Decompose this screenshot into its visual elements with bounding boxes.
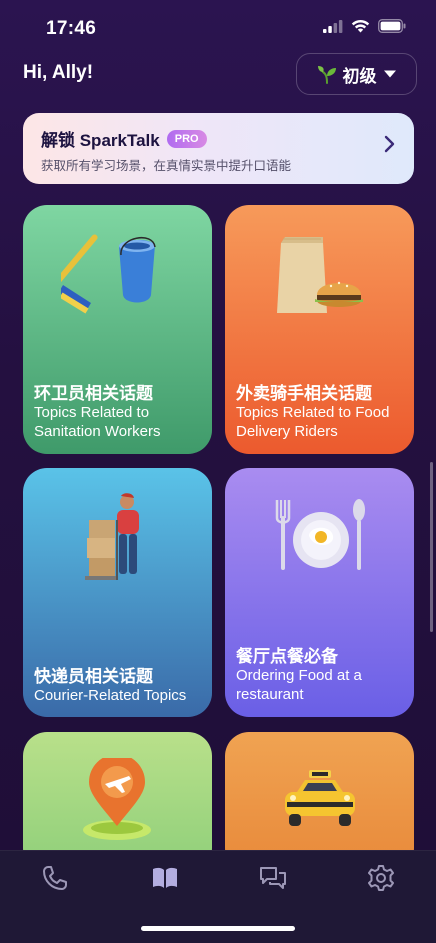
topic-title-zh: 外卖骑手相关话题 [236, 384, 372, 403]
wifi-icon [351, 19, 370, 33]
gear-icon[interactable] [366, 863, 396, 893]
home-indicator [141, 926, 295, 931]
pro-badge: PRO [166, 129, 207, 148]
status-time: 17:46 [46, 18, 97, 39]
courier-boxes-icon [85, 493, 139, 580]
chat-icon[interactable] [258, 863, 288, 893]
topic-title-en: Ordering Food at a restaurant [236, 667, 362, 703]
pro-banner-title-text: 解锁 SparkTalk [41, 131, 160, 150]
plate-cutlery-icon [275, 499, 365, 570]
status-bar: 17:46 [0, 0, 436, 54]
taxi-icon [285, 770, 355, 826]
chevron-right-icon [384, 135, 395, 153]
topic-card-restaurant[interactable]: 餐厅点餐必备 Ordering Food at a restaurant [225, 468, 414, 717]
topic-title-en: Topics Related to Sanitation Workers [34, 404, 161, 440]
topic-title-zh: 快递员相关话题 [34, 667, 153, 686]
airport-pin-icon [83, 758, 151, 840]
food-bag-burger-icon [277, 237, 363, 313]
topic-title-en: Topics Related to Food Delivery Riders [236, 404, 390, 440]
topic-title-zh: 环卫员相关话题 [34, 384, 153, 403]
topic-card-sanitation[interactable]: 环卫员相关话题 Topics Related to Sanitation Wor… [23, 205, 212, 454]
level-label: 初级 [342, 66, 377, 86]
pro-banner-title: 解锁 SparkTalk PRO [41, 126, 207, 151]
topic-title-zh: 餐厅点餐必备 [236, 647, 338, 666]
pro-banner-subtitle: 获取所有学习场景，在真情实景中提升口语能 [41, 159, 292, 173]
status-icons [323, 19, 406, 33]
broom-bucket-icon [61, 234, 156, 314]
chevron-down-icon [383, 70, 396, 78]
topic-title-en: Courier-Related Topics [34, 687, 187, 704]
phone-icon[interactable] [40, 863, 70, 893]
topic-card-courier[interactable]: 快递员相关话题 Courier-Related Topics [23, 468, 212, 717]
greeting-text: Hi, Ally! [23, 62, 94, 83]
topic-card-food-delivery[interactable]: 外卖骑手相关话题 Topics Related to Food Delivery… [225, 205, 414, 454]
sprout-icon [317, 66, 336, 84]
book-icon[interactable] [150, 863, 180, 893]
signal-icon [323, 19, 343, 33]
scrollbar[interactable] [430, 462, 433, 632]
pro-upgrade-banner[interactable]: 解锁 SparkTalk PRO 获取所有学习场景，在真情实景中提升口语能 [23, 113, 414, 184]
battery-icon [378, 19, 406, 33]
level-selector-button[interactable]: 初级 [296, 53, 417, 95]
